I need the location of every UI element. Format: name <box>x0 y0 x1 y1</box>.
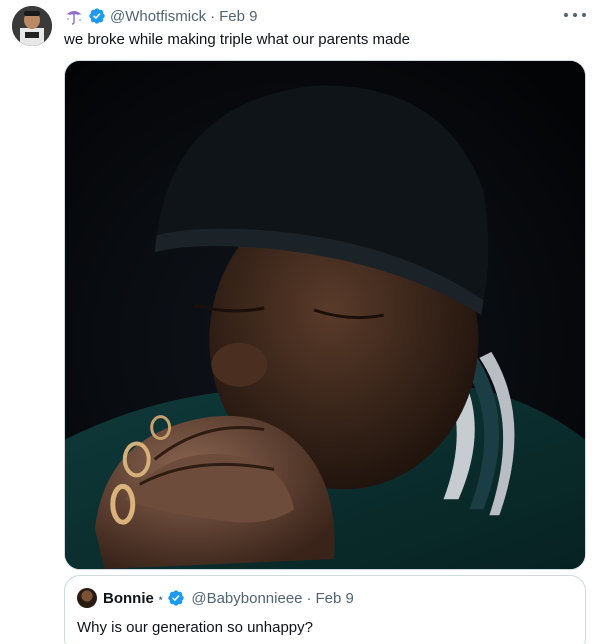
verified-badge-icon <box>88 7 106 25</box>
tweet-media-image[interactable] <box>64 60 586 570</box>
umbrella-icon <box>64 7 84 25</box>
author-handle[interactable]: @Whotfismick <box>110 8 206 25</box>
quoted-author-avatar <box>77 588 97 608</box>
star-icon: ⋆ <box>156 591 165 605</box>
quoted-tweet[interactable]: Bonnie ⋆ @Babybonnieee · Feb 9 Why is ou… <box>64 575 586 644</box>
more-horizontal-icon[interactable] <box>564 8 586 22</box>
quoted-tweet-text: Why is our generation so unhappy? <box>77 619 313 636</box>
quoted-tweet-date: Feb 9 <box>315 589 354 607</box>
tweet-date[interactable]: Feb 9 <box>219 8 257 25</box>
tweet: @Whotfismick · Feb 9 we broke while maki… <box>0 0 600 644</box>
tweet-text: we broke while making triple what our pa… <box>64 31 411 48</box>
quoted-tweet-header: Bonnie ⋆ @Babybonnieee · Feb 9 <box>77 588 354 608</box>
author-avatar[interactable] <box>12 6 52 46</box>
quoted-author-handle: @Babybonnieee <box>191 589 303 607</box>
quoted-author-name: Bonnie <box>103 589 154 607</box>
tweet-header: @Whotfismick · Feb 9 <box>64 6 257 26</box>
verified-badge-icon <box>167 589 185 607</box>
separator-dot: · <box>210 7 216 25</box>
separator-dot: · <box>306 589 312 607</box>
